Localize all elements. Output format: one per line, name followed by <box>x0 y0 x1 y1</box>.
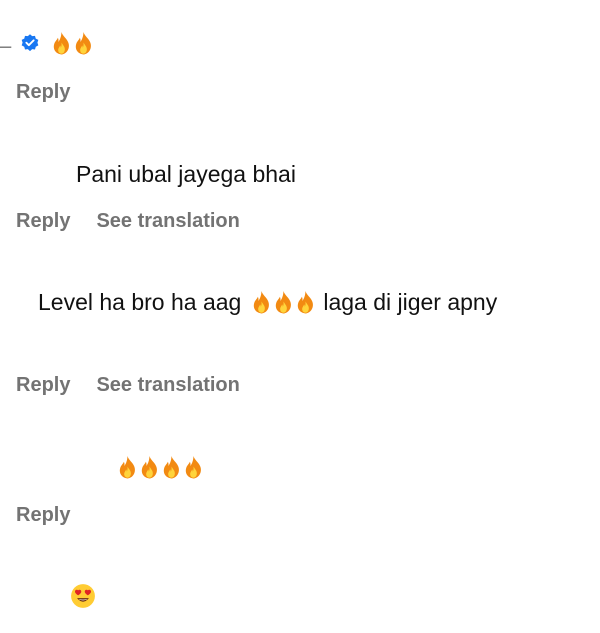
comment-actions: Reply <box>16 503 70 527</box>
fire-icon <box>53 32 69 55</box>
comment-actions: Reply <box>16 80 70 104</box>
fire-icon <box>276 290 292 313</box>
reply-button[interactable]: Reply <box>16 503 70 527</box>
reply-button[interactable]: Reply <box>16 373 70 397</box>
fire-icon <box>185 456 201 479</box>
username-fragment[interactable]: _ <box>0 29 11 49</box>
comment-actions: Reply See translation <box>16 209 240 233</box>
reply-button[interactable]: Reply <box>16 80 70 104</box>
comment-text-part: Level ha bro ha aag <box>38 289 242 315</box>
heart-eyes-emoji-icon <box>71 584 95 608</box>
comment-text: Level ha bro ha aag laga di jiger apny <box>38 288 497 316</box>
fire-emoji-group <box>251 290 316 315</box>
see-translation-button[interactable]: See translation <box>96 373 239 397</box>
verified-badge-icon <box>21 34 39 52</box>
fire-icon <box>75 32 91 55</box>
comment-text-part: laga di jiger apny <box>323 289 498 315</box>
fire-emoji-group <box>51 31 94 56</box>
comment-actions: Reply See translation <box>16 373 240 397</box>
fire-icon <box>163 456 179 479</box>
fire-icon <box>141 456 157 479</box>
fire-icon <box>119 456 135 479</box>
fire-icon <box>254 290 270 313</box>
comment-text: Pani ubal jayega bhai <box>76 161 296 187</box>
reply-button[interactable]: Reply <box>16 209 70 233</box>
see-translation-button[interactable]: See translation <box>96 209 239 233</box>
fire-icon <box>298 290 314 313</box>
fire-emoji-group <box>117 455 204 480</box>
